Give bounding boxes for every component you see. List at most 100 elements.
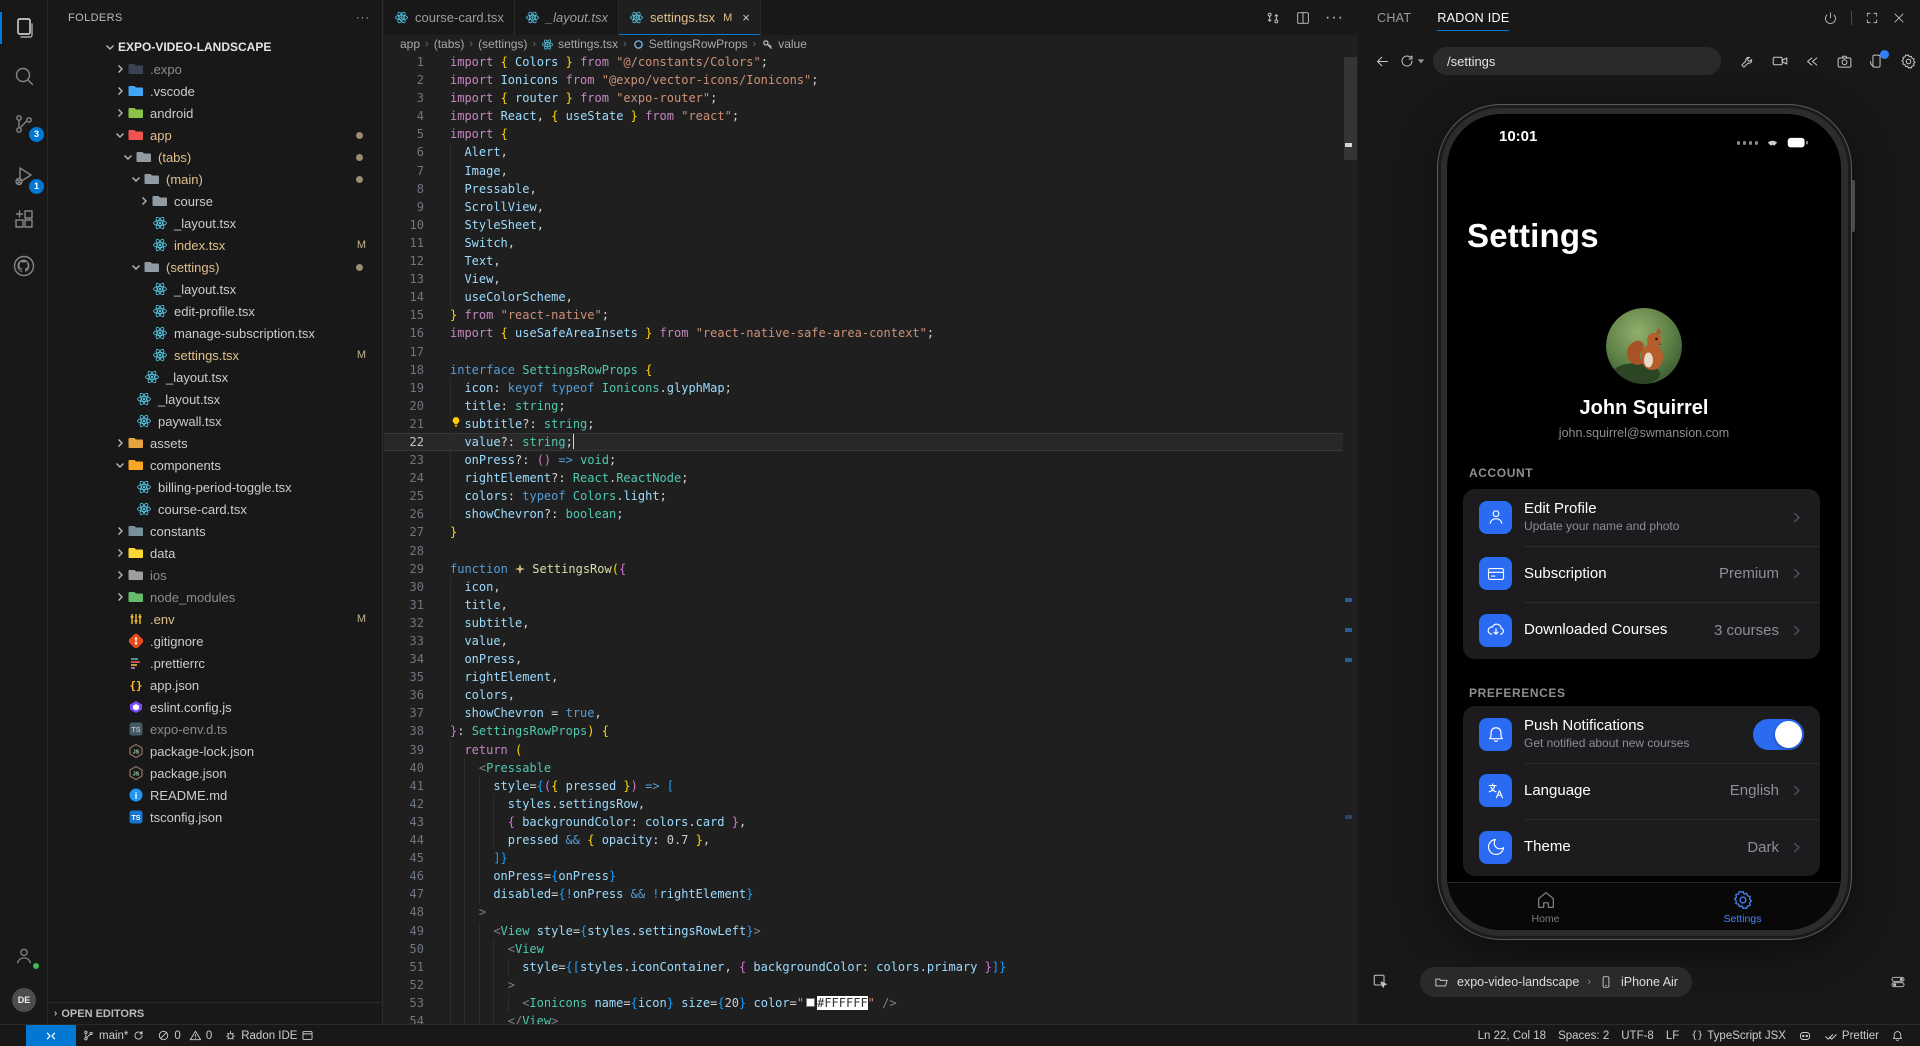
activity-search-icon[interactable] bbox=[0, 56, 48, 96]
tree-item--tabs-[interactable]: (tabs) bbox=[48, 146, 382, 168]
replay-icon[interactable] bbox=[1804, 53, 1821, 70]
tree-item--layout.tsx[interactable]: _layout.tsx bbox=[48, 278, 382, 300]
code-line-48[interactable]: 48> bbox=[384, 903, 1343, 921]
code-line-53[interactable]: 53<Ionicons name={icon} size={20} color=… bbox=[384, 994, 1343, 1012]
more-actions-icon[interactable]: ··· bbox=[1325, 9, 1344, 27]
tree-item-billing-period-toggle.tsx[interactable]: billing-period-toggle.tsx bbox=[48, 476, 382, 498]
compare-changes-icon[interactable] bbox=[1265, 10, 1281, 26]
profile-avatar[interactable]: DE bbox=[0, 980, 48, 1020]
tree-item-ios[interactable]: ios bbox=[48, 564, 382, 586]
formatter-item[interactable]: Prettier bbox=[1818, 1029, 1885, 1043]
git-branch-item[interactable]: main* bbox=[76, 1025, 151, 1046]
code-line-29[interactable]: 29function SettingsRow({ bbox=[384, 560, 1343, 578]
screenshot-icon[interactable] bbox=[1836, 53, 1853, 70]
activity-run-debug-icon[interactable]: 1 bbox=[0, 156, 48, 196]
url-bar[interactable]: /settings bbox=[1433, 47, 1721, 75]
code-line-24[interactable]: 24rightElement?: React.ReactNode; bbox=[384, 469, 1343, 487]
code-line-52[interactable]: 52> bbox=[384, 976, 1343, 994]
code-line-4[interactable]: 4import React, { useState } from "react"… bbox=[384, 107, 1343, 125]
tree-item-manage-subscription.tsx[interactable]: manage-subscription.tsx bbox=[48, 322, 382, 344]
code-line-7[interactable]: 7Image, bbox=[384, 162, 1343, 180]
code-line-8[interactable]: 8Pressable, bbox=[384, 180, 1343, 198]
breadcrumb-app[interactable]: app bbox=[400, 37, 420, 51]
editor-tab-course-card.tsx[interactable]: course-card.tsx bbox=[384, 0, 515, 35]
editor-tab-settings.tsx[interactable]: settings.tsxM× bbox=[619, 0, 761, 35]
code-line-51[interactable]: 51style={[styles.iconContainer, { backgr… bbox=[384, 958, 1343, 976]
breadcrumb-settings.tsx[interactable]: settings.tsx bbox=[541, 37, 618, 51]
open-editors-section[interactable]: › OPEN EDITORS bbox=[48, 1002, 382, 1024]
tree-item-edit-profile.tsx[interactable]: edit-profile.tsx bbox=[48, 300, 382, 322]
tree-item-node-modules[interactable]: node_modules bbox=[48, 586, 382, 608]
cursor-position[interactable]: Ln 22, Col 18 bbox=[1472, 1030, 1552, 1042]
code-line-14[interactable]: 14useColorScheme, bbox=[384, 288, 1343, 306]
code-line-30[interactable]: 30icon, bbox=[384, 578, 1343, 596]
code-line-12[interactable]: 12Text, bbox=[384, 252, 1343, 270]
tree-item-course[interactable]: course bbox=[48, 190, 382, 212]
back-icon[interactable] bbox=[1374, 53, 1391, 70]
tree-item-.env[interactable]: .envM bbox=[48, 608, 382, 630]
tree-item--layout.tsx[interactable]: _layout.tsx bbox=[48, 388, 382, 410]
tree-item-package-lock.json[interactable]: JSpackage-lock.json bbox=[48, 740, 382, 762]
code-line-3[interactable]: 3import { router } from "expo-router"; bbox=[384, 89, 1343, 107]
tab-chat[interactable]: CHAT bbox=[1377, 0, 1411, 36]
expand-icon[interactable] bbox=[1865, 11, 1879, 25]
tree-item-android[interactable]: android bbox=[48, 102, 382, 124]
reload-icon[interactable] bbox=[1399, 53, 1425, 69]
activity-explorer-icon[interactable] bbox=[0, 8, 48, 48]
code-line-9[interactable]: 9ScrollView, bbox=[384, 198, 1343, 216]
remote-indicator[interactable] bbox=[26, 1025, 76, 1046]
split-editor-icon[interactable] bbox=[1295, 10, 1311, 26]
profile-photo[interactable] bbox=[1606, 308, 1682, 384]
language-mode[interactable]: {}TypeScript JSX bbox=[1685, 1030, 1792, 1042]
inspect-icon[interactable] bbox=[1372, 973, 1390, 991]
screen-record-icon[interactable] bbox=[1771, 52, 1789, 70]
code-line-50[interactable]: 50<View bbox=[384, 940, 1343, 958]
settings-row-edit-profile[interactable]: Edit ProfileUpdate your name and photo bbox=[1463, 489, 1820, 546]
settings-row-theme[interactable]: ThemeDark bbox=[1463, 819, 1820, 876]
code-line-39[interactable]: 39return ( bbox=[384, 741, 1343, 759]
notifications-item[interactable] bbox=[1885, 1029, 1910, 1042]
close-tab-icon[interactable]: × bbox=[742, 10, 750, 25]
tree-item--settings-[interactable]: (settings) bbox=[48, 256, 382, 278]
code-line-42[interactable]: 42styles.settingsRow, bbox=[384, 795, 1343, 813]
tree-item-app[interactable]: app bbox=[48, 124, 382, 146]
code-line-49[interactable]: 49<View style={styles.settingsRowLeft}> bbox=[384, 922, 1343, 940]
problems-item[interactable]: 0 0 bbox=[151, 1025, 218, 1046]
tree-item-tsconfig.json[interactable]: TStsconfig.json bbox=[48, 806, 382, 828]
tree-root[interactable]: EXPO-VIDEO-LANDSCAPE bbox=[48, 36, 382, 58]
phone-tab-home[interactable]: Home bbox=[1447, 883, 1644, 930]
settings-row-downloaded-courses[interactable]: Downloaded Courses3 courses bbox=[1463, 602, 1820, 659]
tree-item-data[interactable]: data bbox=[48, 542, 382, 564]
tree-item-.prettierrc[interactable]: .prettierrc bbox=[48, 652, 382, 674]
breadcrumb--settings-[interactable]: (settings) bbox=[478, 37, 527, 51]
code-line-44[interactable]: 44pressed && { opacity: 0.7 }, bbox=[384, 831, 1343, 849]
tree-item-expo-env.d.ts[interactable]: TSexpo-env.d.ts bbox=[48, 718, 382, 740]
editor-scrollbar[interactable] bbox=[1343, 53, 1358, 1024]
tree-item-constants[interactable]: constants bbox=[48, 520, 382, 542]
code-line-19[interactable]: 19icon: keyof typeof Ionicons.glyphMap; bbox=[384, 379, 1343, 397]
code-line-13[interactable]: 13View, bbox=[384, 270, 1343, 288]
more-actions-icon[interactable]: ··· bbox=[356, 12, 370, 24]
code-line-45[interactable]: 45]} bbox=[384, 849, 1343, 867]
code-editor[interactable]: 1import { Colors } from "@/constants/Col… bbox=[384, 53, 1343, 1024]
logs-icon[interactable] bbox=[1890, 974, 1906, 990]
code-line-17[interactable]: 17 bbox=[384, 343, 1343, 361]
code-line-31[interactable]: 31title, bbox=[384, 596, 1343, 614]
code-line-40[interactable]: 40<Pressable bbox=[384, 759, 1343, 777]
code-line-6[interactable]: 6Alert, bbox=[384, 143, 1343, 161]
code-line-46[interactable]: 46onPress={onPress} bbox=[384, 867, 1343, 885]
activity-github-icon[interactable] bbox=[0, 246, 48, 286]
color-swatch[interactable] bbox=[806, 998, 815, 1007]
code-line-15[interactable]: 15} from "react-native"; bbox=[384, 306, 1343, 324]
code-line-35[interactable]: 35rightElement, bbox=[384, 668, 1343, 686]
device-rotate-icon[interactable] bbox=[1868, 53, 1885, 70]
code-line-26[interactable]: 26showChevron?: boolean; bbox=[384, 505, 1343, 523]
code-line-10[interactable]: 10StyleSheet, bbox=[384, 216, 1343, 234]
code-line-20[interactable]: 20title: string; bbox=[384, 397, 1343, 415]
tree-item-eslint.config.js[interactable]: eslint.config.js bbox=[48, 696, 382, 718]
accounts-icon[interactable] bbox=[0, 936, 48, 976]
tree-item-.vscode[interactable]: .vscode bbox=[48, 80, 382, 102]
tree-item-app.json[interactable]: {}app.json bbox=[48, 674, 382, 696]
tree-item-package.json[interactable]: JSpackage.json bbox=[48, 762, 382, 784]
tab-radon-ide[interactable]: RADON IDE bbox=[1437, 0, 1509, 36]
